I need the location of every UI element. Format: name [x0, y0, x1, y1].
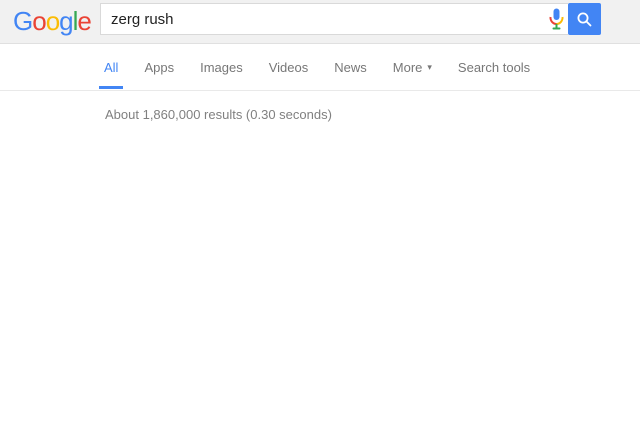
tab-bar: All Apps Images Videos News More ▾ Search tools — [0, 44, 640, 91]
tab-label: Search tools — [457, 59, 531, 75]
tab-news[interactable]: News — [334, 44, 367, 91]
dropdown-arrow-icon: ▾ — [427, 61, 432, 72]
tab-label: News — [334, 59, 367, 75]
tab-label: Apps — [144, 59, 175, 75]
tab-videos[interactable]: Videos — [269, 44, 309, 91]
tab-label: Images — [200, 59, 243, 75]
tab-more[interactable]: More ▾ — [393, 44, 432, 91]
tab-label: More — [392, 59, 423, 75]
logo-letter: G — [13, 6, 33, 36]
search-button[interactable] — [568, 3, 601, 35]
tab-label: Videos — [268, 59, 309, 75]
logo-letter: g — [59, 6, 74, 36]
tab-label: All — [104, 59, 119, 75]
search-header: Google — [0, 0, 640, 44]
search-box — [100, 3, 568, 35]
logo-letter: e — [77, 6, 92, 36]
logo-letter: o — [32, 6, 47, 36]
tab-images[interactable]: Images — [200, 44, 243, 91]
tab-search-tools[interactable]: Search tools — [458, 44, 530, 91]
tab-all[interactable]: All — [98, 44, 125, 91]
tab-apps[interactable]: Apps — [144, 44, 174, 91]
magnifier-icon — [577, 12, 592, 26]
google-mic-icon[interactable] — [549, 8, 564, 30]
result-stats: About 1,860,000 results (0.30 seconds) — [105, 107, 332, 122]
google-logo[interactable]: Google — [13, 5, 92, 37]
search-input[interactable] — [101, 4, 568, 34]
logo-letter: o — [45, 6, 61, 36]
